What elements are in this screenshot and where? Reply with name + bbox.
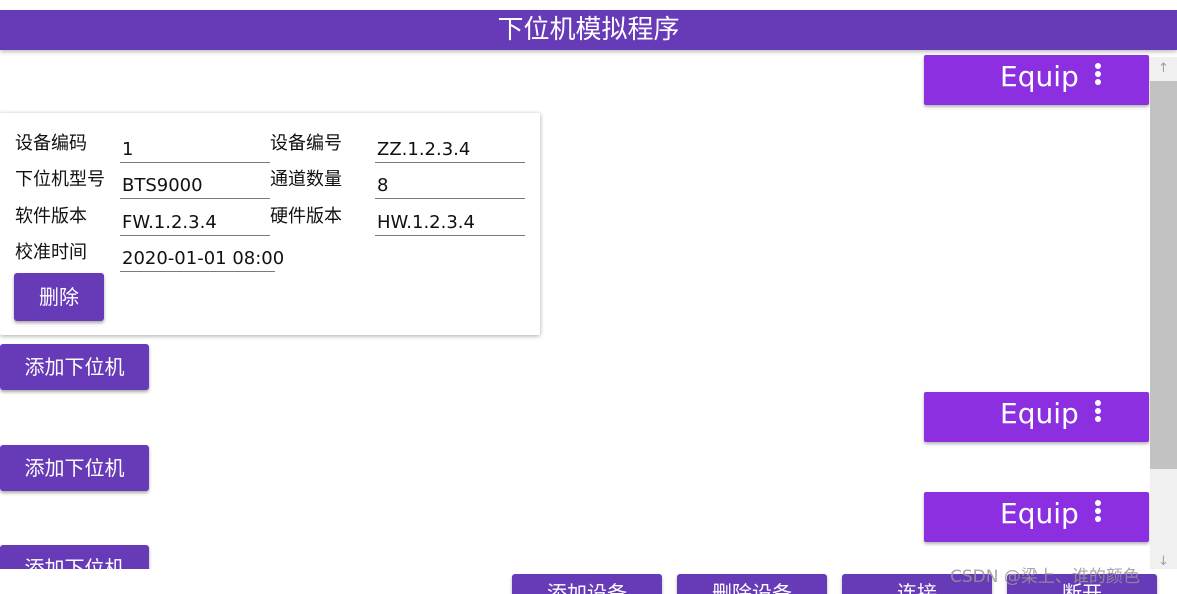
device-number-label: 设备编号: [270, 133, 342, 154]
equip-label: Equip: [1000, 60, 1079, 93]
more-vert-icon[interactable]: [1090, 498, 1106, 528]
add-device-button[interactable]: 添加设备: [512, 574, 662, 594]
more-vert-icon[interactable]: [1090, 398, 1106, 428]
channel-count-input[interactable]: 8: [375, 169, 525, 199]
arrow-up-icon[interactable]: ↑: [1150, 57, 1177, 81]
arrow-down-icon[interactable]: ↓: [1150, 552, 1177, 569]
software-version-input[interactable]: FW.1.2.3.4: [120, 206, 270, 236]
watermark: CSDN @梁上、谁的颜色: [950, 567, 1140, 587]
app-title: 下位机模拟程序: [0, 10, 1177, 50]
hardware-version-label: 硬件版本: [270, 206, 342, 227]
add-lower-machine-button[interactable]: 添加下位机: [0, 344, 149, 390]
add-lower-machine-button[interactable]: 添加下位机: [0, 445, 149, 491]
equip-button[interactable]: Equip: [924, 492, 1149, 542]
app-window: 下位机模拟程序 Equip Equip Equip 设备编码 1 设备编号 ZZ…: [0, 0, 1177, 594]
model-label: 下位机型号: [15, 169, 105, 190]
hardware-version-input[interactable]: HW.1.2.3.4: [375, 206, 525, 236]
equip-label: Equip: [1000, 397, 1079, 430]
add-lower-machine-button[interactable]: 添加下位机: [0, 545, 149, 569]
device-code-label: 设备编码: [15, 133, 87, 154]
scroll-thumb[interactable]: [1150, 81, 1177, 469]
calibration-time-label: 校准时间: [15, 242, 87, 263]
equip-button[interactable]: Equip: [924, 392, 1149, 442]
delete-device-button[interactable]: 删除设备: [677, 574, 827, 594]
device-code-input[interactable]: 1: [120, 133, 270, 163]
calibration-time-input[interactable]: 2020-01-01 08:00: [120, 242, 284, 272]
content-area: 下位机模拟程序 Equip Equip Equip 设备编码 1 设备编号 ZZ…: [0, 0, 1177, 569]
equip-button[interactable]: Equip: [924, 55, 1149, 105]
vertical-scrollbar[interactable]: ↑ ↓: [1150, 57, 1177, 569]
more-vert-icon[interactable]: [1090, 61, 1106, 91]
software-version-label: 软件版本: [15, 206, 87, 227]
device-card: 设备编码 1 设备编号 ZZ.1.2.3.4 下位机型号 BTS9000 通道数…: [0, 113, 540, 335]
model-input[interactable]: BTS9000: [120, 169, 270, 199]
equip-label: Equip: [1000, 497, 1079, 530]
device-number-input[interactable]: ZZ.1.2.3.4: [375, 133, 525, 163]
channel-count-label: 通道数量: [270, 169, 342, 190]
delete-button[interactable]: 删除: [14, 273, 104, 321]
